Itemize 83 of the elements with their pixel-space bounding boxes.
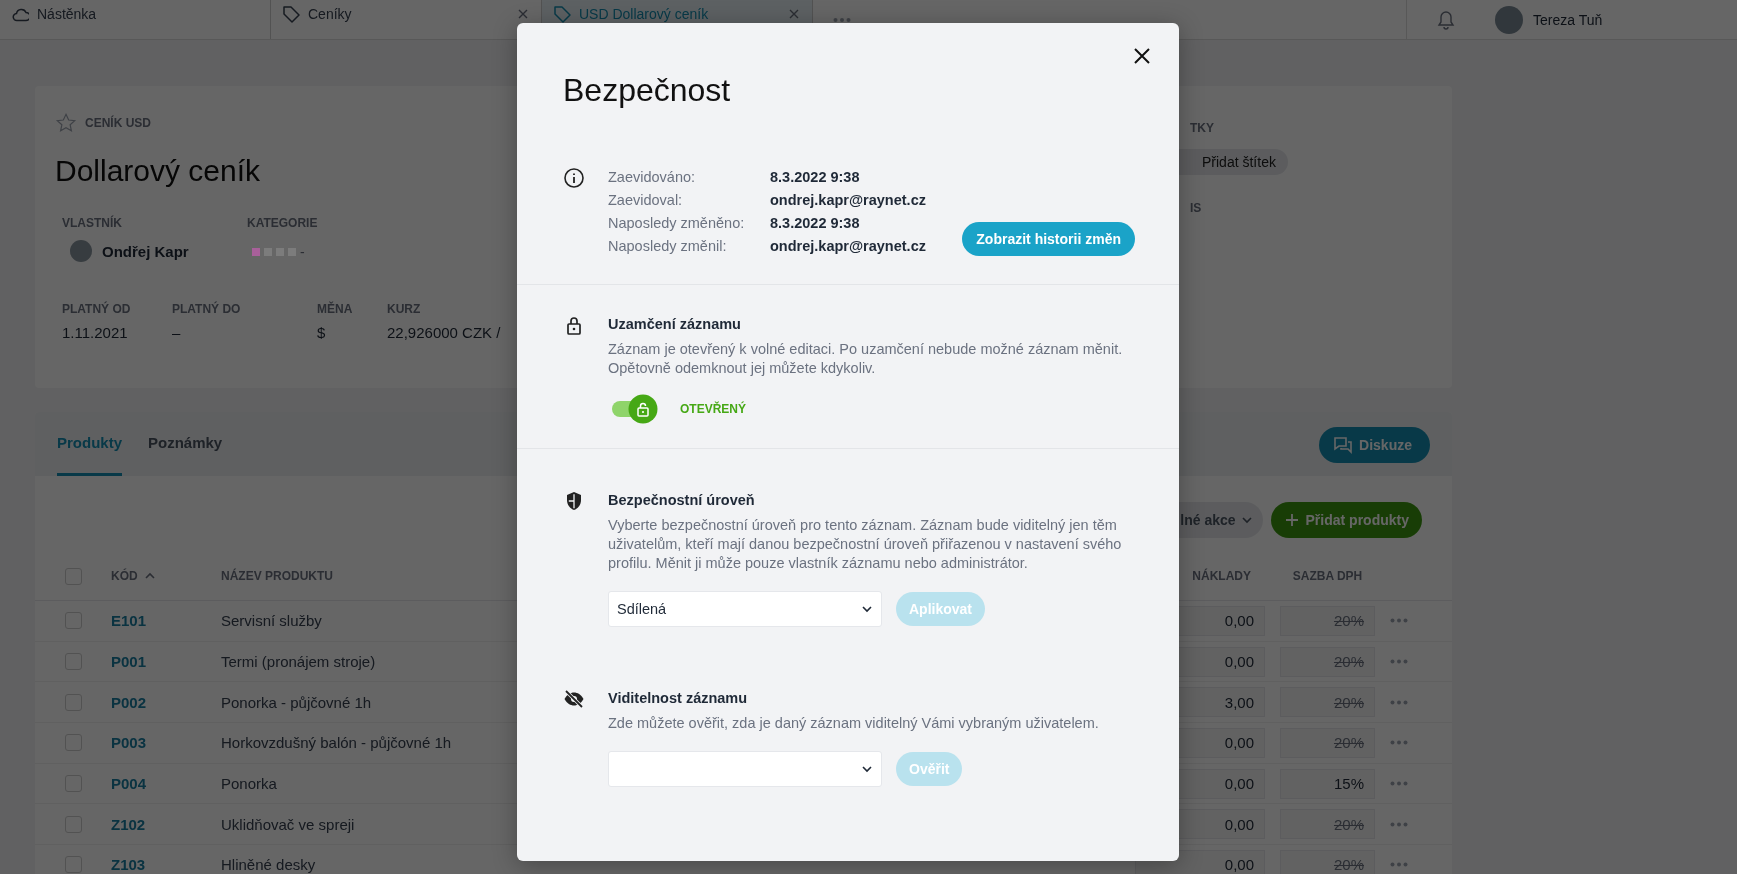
info-value: 8.3.2022 9:38 <box>770 168 861 187</box>
content-tab[interactable]: Produkty <box>57 412 122 476</box>
table-cell: Termi (pronájem stroje) <box>221 653 376 671</box>
table-cell: Hliněné desky <box>221 856 316 874</box>
more-icon[interactable] <box>1390 781 1408 787</box>
section-title: Bezpečnostní úroveň <box>608 491 756 510</box>
more-icon[interactable] <box>1390 618 1408 624</box>
field-label: TKY <box>1190 121 1214 135</box>
product-code[interactable]: Z103 <box>111 856 221 874</box>
user-avatar[interactable] <box>1495 5 1523 34</box>
info-icon <box>563 167 585 189</box>
plus-icon <box>1283 512 1300 528</box>
security-level-select[interactable]: Sdílená <box>608 591 882 627</box>
chevron-down-icon <box>1240 514 1253 526</box>
user-select[interactable] <box>608 751 882 787</box>
user-name[interactable]: Tereza Tuň <box>1533 11 1603 28</box>
product-code[interactable]: Z102 <box>111 815 221 833</box>
more-icon[interactable] <box>833 17 851 23</box>
close-icon <box>1134 48 1150 64</box>
product-code[interactable]: P003 <box>111 734 221 752</box>
chevron-down-icon <box>861 763 873 775</box>
section-title: Uzamčení záznamu <box>608 315 742 334</box>
field-label: VLASTNÍK <box>62 216 123 230</box>
close-icon[interactable] <box>788 8 800 20</box>
owner-avatar <box>70 240 92 262</box>
owner-name[interactable]: Ondřej Kapr <box>102 242 189 260</box>
field-label: PLATNÝ OD <box>62 302 132 316</box>
product-code[interactable]: P004 <box>111 775 221 793</box>
eye-slash-icon <box>563 688 585 710</box>
info-value: ondrej.kapr@raynet.cz <box>770 237 926 256</box>
record-title: Dollarový ceník <box>55 154 261 188</box>
table-cell: Servisní služby <box>221 612 322 630</box>
table-cell: Uklidňovač ve spreji <box>221 815 355 833</box>
more-icon[interactable] <box>1390 659 1408 665</box>
field-value: $ <box>317 324 326 341</box>
info-label: Naposledy změněno: <box>608 214 746 233</box>
section-description: Zde můžete ověřit, zda je daný záznam viditelný Vámi vybraným uživatelem. <box>608 714 1100 733</box>
add-products-button[interactable]: Přidat produkty <box>1270 502 1422 538</box>
section-title: Viditelnost záznamu <box>608 689 749 708</box>
field-value: 1.11.2021 <box>62 324 128 341</box>
info-label: Zaevidoval: <box>608 191 684 210</box>
field-label: IS <box>1190 201 1202 215</box>
more-icon[interactable] <box>1390 740 1408 746</box>
more-icon[interactable] <box>1390 821 1408 827</box>
info-value: 8.3.2022 9:38 <box>770 214 861 233</box>
cloud-icon <box>12 6 29 23</box>
section-description: Záznam je otevřený k volné editaci. Po uzamčení nebude možné záznam měnit. Opětovně odemknout jej můžete kdykoliv. <box>608 340 1124 378</box>
tag-icon <box>283 6 300 23</box>
field-label: MĚNA <box>317 302 354 316</box>
info-value: ondrej.kapr@raynet.cz <box>770 191 926 210</box>
table-cell: Ponorka <box>221 775 277 793</box>
field-label: PLATNÝ DO <box>172 302 242 316</box>
page-tab[interactable]: Nástěnka <box>0 0 271 39</box>
field-value: – <box>172 324 181 341</box>
info-label: Naposledy změnil: <box>608 237 728 256</box>
field-label: KURZ <box>387 302 422 316</box>
section-description: Vyberte bezpečnostní úroveň pro tento záznam. Záznam bude viditelný jen těm uživatelům, kteří mají danou bezpečnostní úroveň přiřazenou v nastavení svého profilu. Měnit ji může pouze vlastník záznamu nebo administrátor. <box>608 516 1123 573</box>
star-icon[interactable] <box>55 112 77 134</box>
history-button[interactable]: Zobrazit historii změn <box>962 222 1135 256</box>
chat-icon <box>1333 435 1354 455</box>
close-icon[interactable] <box>517 8 529 20</box>
more-icon[interactable] <box>1390 862 1408 868</box>
field-value: - <box>300 244 305 260</box>
product-code[interactable]: P001 <box>111 653 221 671</box>
column-header[interactable]: KÓD <box>111 569 138 583</box>
chevron-down-icon <box>861 603 873 615</box>
product-code[interactable]: E101 <box>111 612 221 630</box>
more-icon[interactable] <box>1390 699 1408 705</box>
discussion-button[interactable]: Diskuze <box>1319 427 1430 463</box>
dialog-title: Bezpečnost <box>563 71 731 110</box>
column-header[interactable]: SAZBA DPH <box>1280 569 1375 583</box>
lock-state-label: OTEVŘENÝ <box>680 402 746 416</box>
field-value: 22,926000 CZK / <box>387 324 501 341</box>
table-cell: Ponorka - půjčovné 1h <box>221 693 372 711</box>
table-cell: Horkovzdušný balón - půjčovné 1h <box>221 734 452 752</box>
bell-icon[interactable] <box>1437 9 1455 30</box>
product-code[interactable]: P002 <box>111 693 221 711</box>
field-label: KATEGORIE <box>247 216 319 230</box>
content-tab[interactable]: Poznámky <box>148 412 223 476</box>
tag-icon <box>554 6 571 23</box>
info-label: Zaevidováno: <box>608 168 697 187</box>
vat-field[interactable]: 15% <box>1280 768 1375 799</box>
breadcrumb: CENÍK USD <box>85 116 151 130</box>
